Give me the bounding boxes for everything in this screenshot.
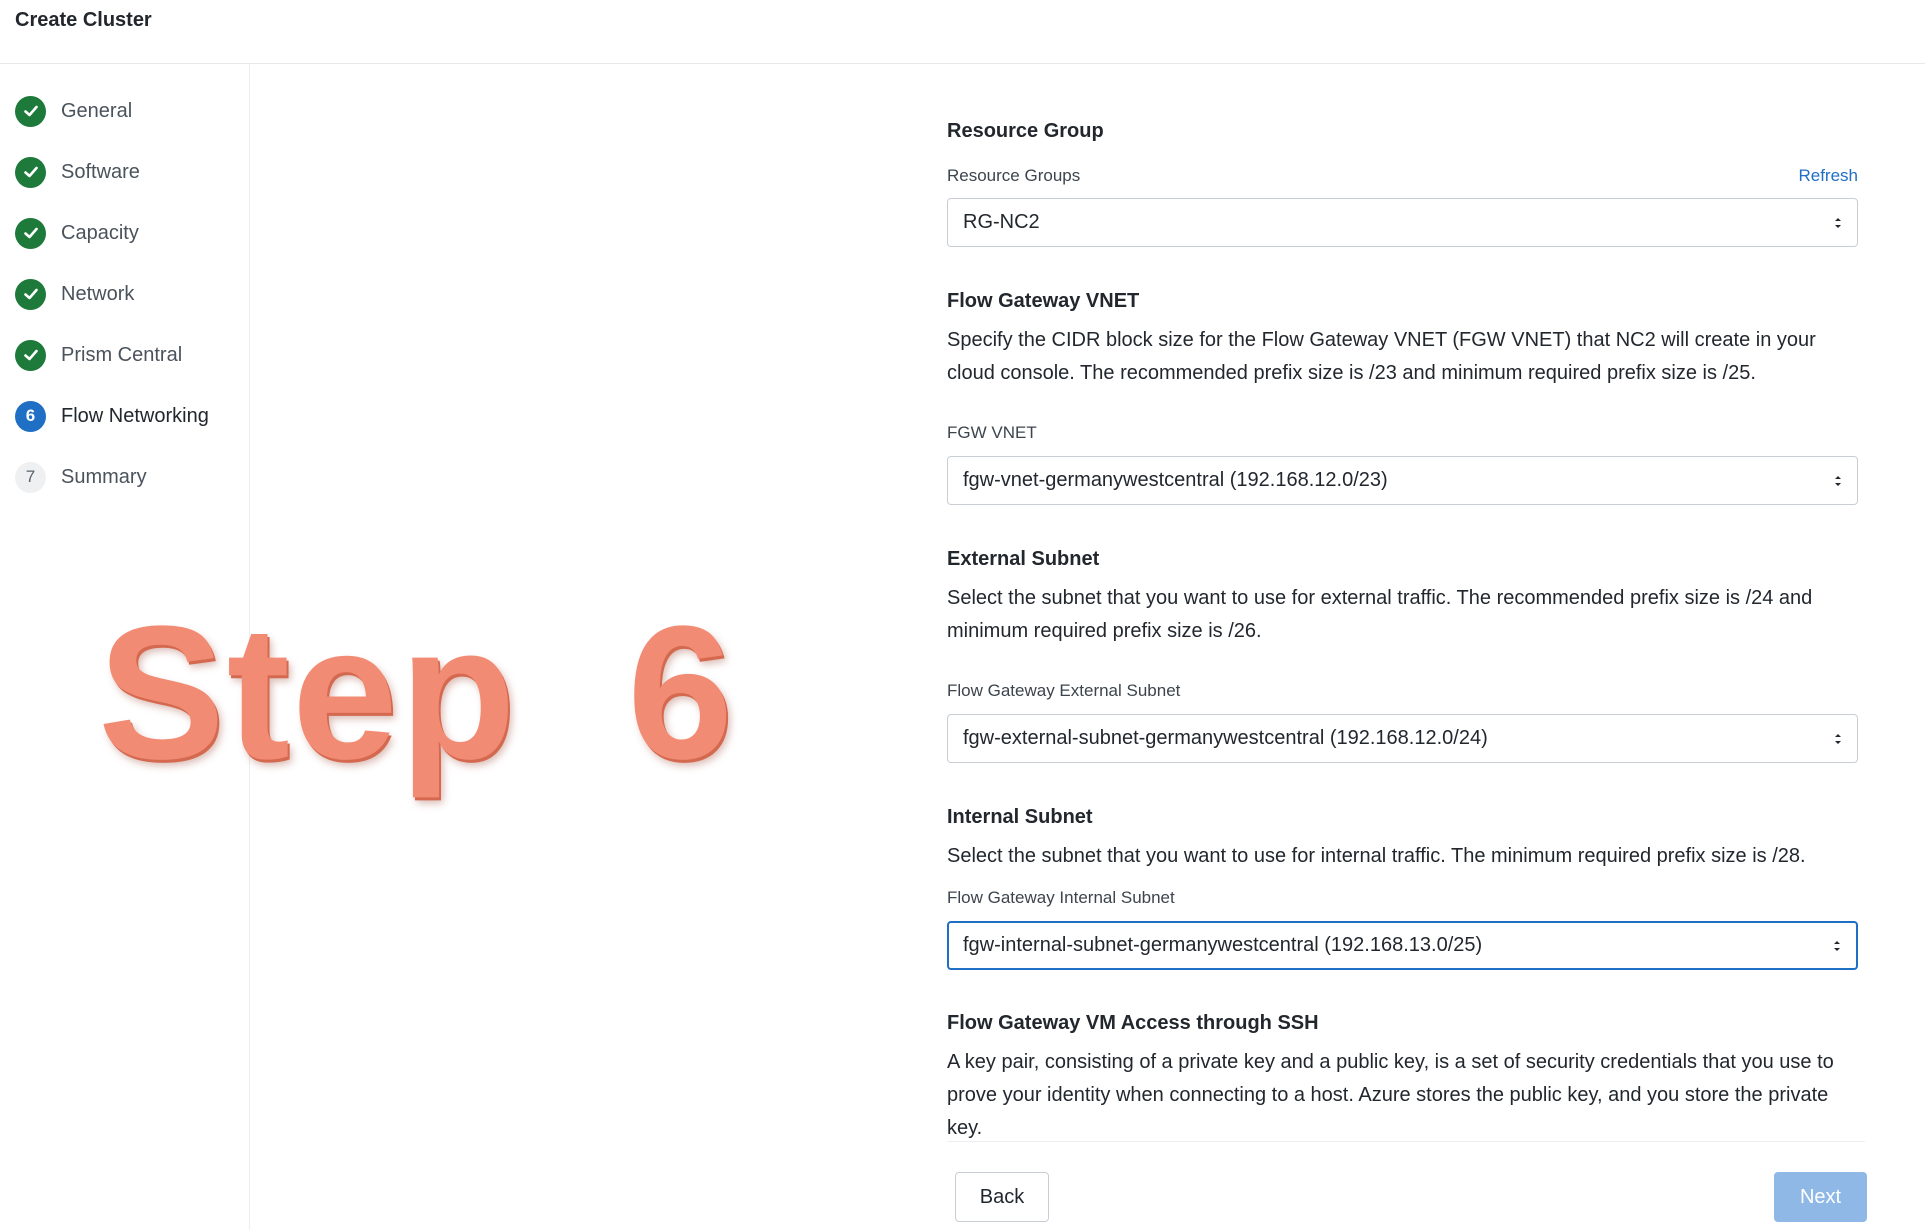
fgw-vnet-value: fgw-vnet-germanywestcentral (192.168.12.… <box>963 469 1388 491</box>
fgw-vnet-label: FGW VNET <box>947 423 1037 442</box>
step-number-badge: 7 <box>15 461 46 493</box>
step-label: Network <box>61 282 135 305</box>
fgw-vnet-select[interactable]: fgw-vnet-germanywestcentral (192.168.12.… <box>947 456 1858 505</box>
page-title: Create Cluster <box>15 9 152 31</box>
footer-divider <box>947 1141 1865 1142</box>
step-label: General <box>61 99 133 122</box>
step-network[interactable]: Network <box>15 278 134 310</box>
step-summary[interactable]: 7 Summary <box>15 461 147 493</box>
resource-group-select[interactable]: RG-NC2 <box>947 198 1858 247</box>
internal-subnet-title: Internal Subnet <box>947 806 1093 828</box>
step-flow-networking[interactable]: 6 Flow Networking <box>15 400 209 432</box>
external-subnet-label: Flow Gateway External Subnet <box>947 681 1181 700</box>
select-arrows-icon <box>1834 940 1840 951</box>
resource-group-title: Resource Group <box>947 120 1104 142</box>
check-icon <box>15 278 46 310</box>
top-bar: Create Cluster <box>0 0 1925 64</box>
select-arrows-icon <box>1835 733 1841 744</box>
external-subnet-title: External Subnet <box>947 548 1100 570</box>
fgw-vnet-description: Specify the CIDR block size for the Flow… <box>947 329 1816 384</box>
external-subnet-value: fgw-external-subnet-germanywestcentral (… <box>963 727 1488 749</box>
check-icon <box>15 339 46 371</box>
select-arrows-icon <box>1835 217 1841 228</box>
internal-subnet-value: fgw-internal-subnet-germanywestcentral (… <box>963 934 1483 956</box>
ssh-access-title: Flow Gateway VM Access through SSH <box>947 1012 1319 1034</box>
next-button[interactable]: Next <box>1774 1172 1867 1222</box>
step-capacity[interactable]: Capacity <box>15 217 139 249</box>
step-label: Capacity <box>61 221 139 244</box>
step-label: Software <box>61 160 140 183</box>
step-watermark: Step 6 <box>98 587 735 799</box>
check-icon <box>15 156 46 188</box>
step-label: Flow Networking <box>61 404 209 427</box>
step-label: Prism Central <box>61 343 183 366</box>
refresh-link[interactable]: Refresh <box>1798 166 1858 186</box>
ssh-access-description: A key pair, consisting of a private key … <box>947 1051 1834 1139</box>
internal-subnet-select[interactable]: fgw-internal-subnet-germanywestcentral (… <box>947 921 1858 970</box>
step-software[interactable]: Software <box>15 156 140 188</box>
step-prism-central[interactable]: Prism Central <box>15 339 182 371</box>
fgw-vnet-title: Flow Gateway VNET <box>947 290 1140 312</box>
external-subnet-select[interactable]: fgw-external-subnet-germanywestcentral (… <box>947 714 1858 763</box>
back-button[interactable]: Back <box>955 1172 1049 1222</box>
external-subnet-description: Select the subnet that you want to use f… <box>947 587 1813 642</box>
internal-subnet-label: Flow Gateway Internal Subnet <box>947 888 1175 907</box>
internal-subnet-description: Select the subnet that you want to use f… <box>947 845 1806 867</box>
check-icon <box>15 217 46 249</box>
step-number-badge: 6 <box>15 400 46 432</box>
check-icon <box>15 95 46 127</box>
resource-group-value: RG-NC2 <box>963 211 1040 233</box>
step-label: Summary <box>61 465 147 488</box>
resource-groups-label: Resource Groups <box>947 166 1081 185</box>
step-general[interactable]: General <box>15 95 132 127</box>
select-arrows-icon <box>1835 475 1841 486</box>
